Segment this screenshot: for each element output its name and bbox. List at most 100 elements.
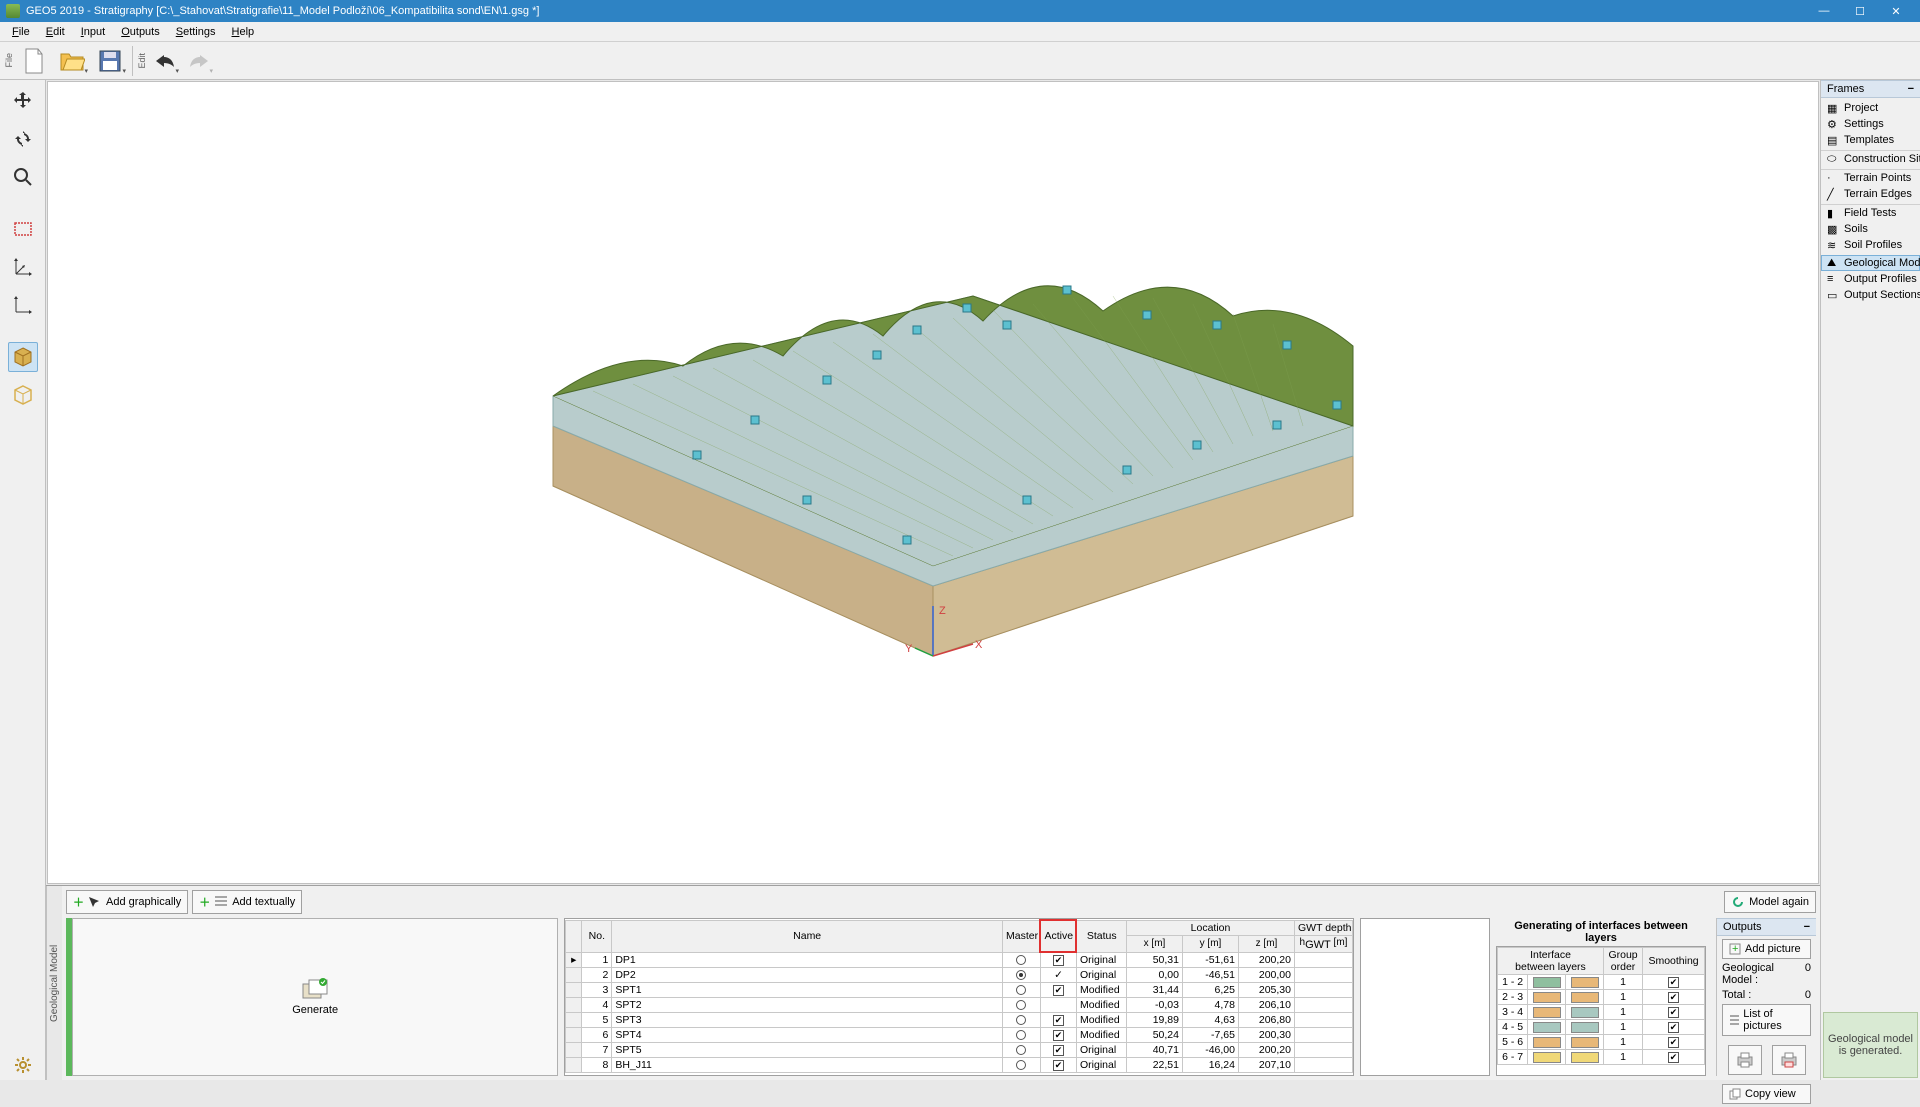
frame-item-output-profiles[interactable]: ≡Output Profiles <box>1821 271 1920 287</box>
zoom-button[interactable] <box>8 162 38 192</box>
frame-item-label: Geological Model <box>1844 257 1920 269</box>
col-location[interactable]: Location <box>1126 920 1294 935</box>
new-file-button[interactable] <box>16 45 52 77</box>
frame-item-soils[interactable]: ▩Soils <box>1821 221 1920 237</box>
menu-edit[interactable]: Edit <box>38 24 73 40</box>
axes-button[interactable] <box>8 252 38 282</box>
model-again-button[interactable]: Model again <box>1724 891 1816 913</box>
menu-file[interactable]: File <box>4 24 38 40</box>
frame-item-label: Terrain Points <box>1844 172 1911 184</box>
close-button[interactable]: ✕ <box>1878 0 1914 22</box>
interfaces-table[interactable]: Interfacebetween layers Grouporder Smoot… <box>1496 946 1706 1076</box>
viewport-3d[interactable]: Z X Y <box>47 81 1819 884</box>
fit-view-button[interactable] <box>8 214 38 244</box>
copy-icon <box>1729 1088 1741 1100</box>
col-interface[interactable]: Interfacebetween layers <box>1498 948 1604 975</box>
frames-header: Frames <box>1827 83 1864 95</box>
svg-text:Z: Z <box>939 605 946 617</box>
printer-icon <box>1735 1051 1755 1069</box>
frame-item-label: Templates <box>1844 134 1894 146</box>
plus-icon: ＋ <box>73 894 84 910</box>
undo-button[interactable]: ▾ <box>149 45 181 77</box>
generate-button[interactable]: Generate <box>72 918 558 1076</box>
gm-count-value: 0 <box>1805 962 1811 986</box>
view-solid-button[interactable] <box>8 342 38 372</box>
menu-outputs[interactable]: Outputs <box>113 24 168 40</box>
frame-item-output-sections[interactable]: ▭Output Sections <box>1821 287 1920 303</box>
rotate3d-button[interactable] <box>8 124 38 154</box>
view-settings-button[interactable] <box>8 1050 38 1080</box>
copy-view-button[interactable]: Copy view <box>1722 1084 1811 1104</box>
table-row[interactable]: 3 - 41 <box>1498 1005 1705 1020</box>
col-gwt[interactable]: GWT depth <box>1295 920 1353 935</box>
col-hgwt[interactable]: hGWT [m] <box>1295 935 1353 952</box>
frame-item-project[interactable]: ▦Project <box>1821 100 1920 116</box>
col-master[interactable]: Master <box>1002 920 1040 952</box>
col-z[interactable]: z [m] <box>1238 935 1294 952</box>
menu-settings[interactable]: Settings <box>168 24 224 40</box>
frame-item-soil-profiles[interactable]: ≋Soil Profiles <box>1821 237 1920 253</box>
frame-item-construction-site[interactable]: ⬭Construction Site <box>1821 150 1920 167</box>
table-row[interactable]: 5SPT3Modified19,894,63206,80 <box>566 1013 1353 1028</box>
terrain-model: Z X Y <box>473 226 1393 706</box>
axes2-button[interactable] <box>8 290 38 320</box>
panel-minimize-icon[interactable]: − <box>1804 921 1810 933</box>
list-pictures-button[interactable]: List of pictures <box>1722 1004 1811 1036</box>
frame-item-terrain-points[interactable]: · Terrain Points <box>1821 169 1920 186</box>
table-row[interactable]: 5 - 61 <box>1498 1035 1705 1050</box>
print-button[interactable] <box>1728 1045 1762 1075</box>
print-color-button[interactable] <box>1772 1045 1806 1075</box>
redo-button[interactable]: ▾ <box>183 45 215 77</box>
save-file-button[interactable]: ▾ <box>92 45 128 77</box>
window-titlebar: GEO5 2019 - Stratigraphy [C:\_Stahovat\S… <box>0 0 1920 22</box>
rotate3d-icon <box>13 129 33 149</box>
frame-item-templates[interactable]: ▤ Templates <box>1821 132 1920 148</box>
col-active[interactable]: Active <box>1040 920 1076 952</box>
cube-wire-icon <box>12 384 34 406</box>
soils-icon: ▩ <box>1827 223 1839 235</box>
frame-item-label: Output Sections <box>1844 289 1920 301</box>
preview-box <box>1360 918 1490 1076</box>
add-picture-button[interactable]: + Add picture <box>1722 939 1811 959</box>
add-textually-button[interactable]: ＋ Add textually <box>192 890 302 914</box>
col-smoothing[interactable]: Smoothing <box>1643 948 1705 975</box>
col-group[interactable]: Grouporder <box>1603 948 1642 975</box>
col-no[interactable]: No. <box>582 920 612 952</box>
table-row[interactable]: 4SPT2Modified-0,034,78206,10 <box>566 998 1353 1013</box>
panel-minimize-icon[interactable]: − <box>1908 83 1914 95</box>
frame-item-terrain-edges[interactable]: ╱Terrain Edges <box>1821 186 1920 202</box>
col-y[interactable]: y [m] <box>1182 935 1238 952</box>
table-row[interactable]: 2DP2✓Original0,00-46,51200,00 <box>566 968 1353 983</box>
table-row[interactable]: 3SPT1Modified31,446,25205,30 <box>566 983 1353 998</box>
menu-input[interactable]: Input <box>73 24 113 40</box>
generate-icon <box>301 978 329 1002</box>
table-row[interactable]: 8BH_J11Original22,5116,24207,10 <box>566 1058 1353 1073</box>
minimize-button[interactable]: — <box>1806 0 1842 22</box>
frame-item-field-tests[interactable]: ▮Field Tests <box>1821 204 1920 221</box>
open-file-button[interactable]: ▾ <box>54 45 90 77</box>
table-row[interactable]: ▸1DP1Original50,31-51,61200,20 <box>566 952 1353 968</box>
add-graphically-button[interactable]: ＋ Add graphically <box>66 890 188 914</box>
table-row[interactable]: 6SPT4Modified50,24-7,65200,30 <box>566 1028 1353 1043</box>
table-row[interactable]: 7SPT5Original40,71-46,00200,20 <box>566 1043 1353 1058</box>
col-name[interactable]: Name <box>612 920 1003 952</box>
table-row[interactable]: 4 - 51 <box>1498 1020 1705 1035</box>
col-status[interactable]: Status <box>1076 920 1126 952</box>
frame-item-geological-model[interactable]: ⛰Geological Model <box>1821 255 1920 271</box>
tpoints-icon: · <box>1827 172 1839 184</box>
copy-view-label: Copy view <box>1745 1088 1796 1100</box>
table-row[interactable]: 2 - 31 <box>1498 990 1705 1005</box>
model-again-label: Model again <box>1749 896 1809 908</box>
gm-count-label: Geological Model : <box>1722 962 1805 986</box>
table-row[interactable]: 6 - 71 <box>1498 1050 1705 1065</box>
table-row[interactable]: 1 - 21 <box>1498 975 1705 990</box>
boreholes-table[interactable]: No. Name Master Active Status Location G… <box>564 918 1354 1076</box>
col-x[interactable]: x [m] <box>1126 935 1182 952</box>
frame-item-settings[interactable]: ⚙Settings <box>1821 116 1920 132</box>
maximize-button[interactable]: ☐ <box>1842 0 1878 22</box>
pan-button[interactable] <box>8 86 38 116</box>
menu-help[interactable]: Help <box>224 24 263 40</box>
toolbar-group-edit-label: Edit <box>137 51 147 71</box>
templates-icon: ▤ <box>1827 134 1839 146</box>
view-wire-button[interactable] <box>8 380 38 410</box>
